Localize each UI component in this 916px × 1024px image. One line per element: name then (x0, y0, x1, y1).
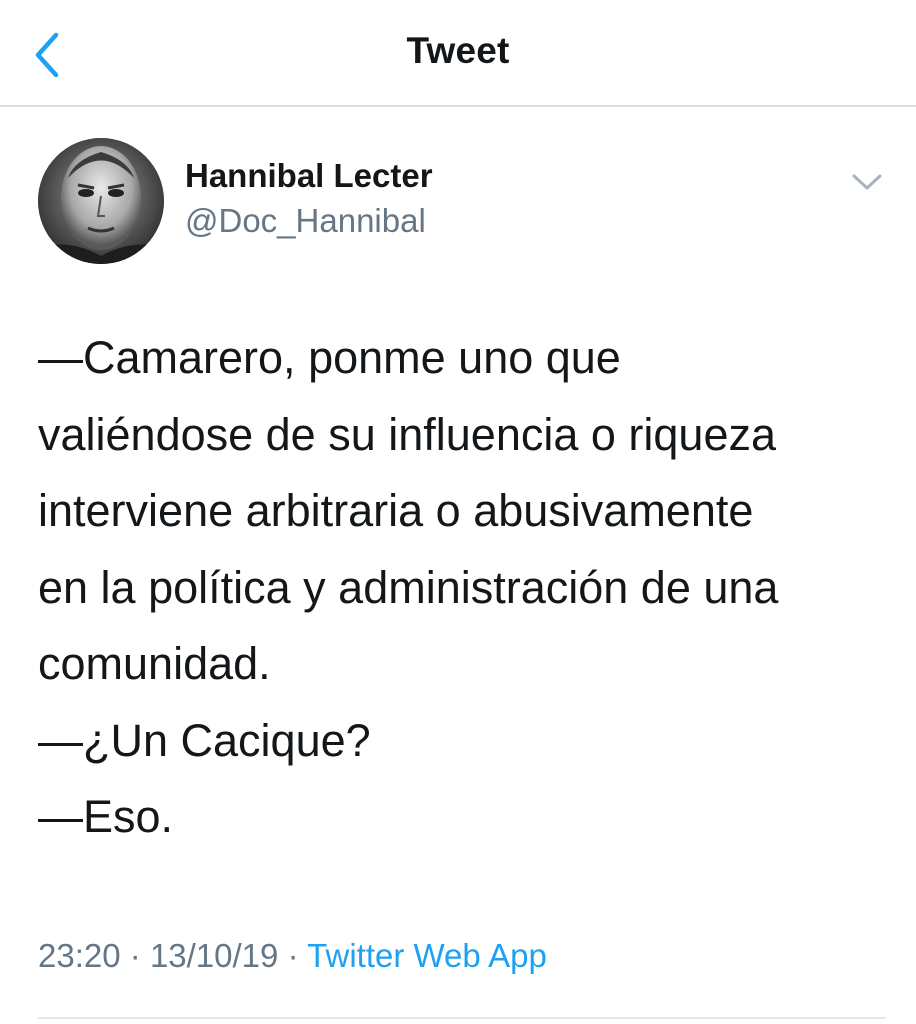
page-title: Tweet (406, 30, 510, 71)
divider (38, 1017, 886, 1019)
header-bar: Tweet (0, 0, 916, 107)
tweet-text-line: interviene arbitraria o abusivamente (38, 485, 754, 536)
author-name[interactable]: Hannibal Lecter (185, 157, 433, 195)
meta-separator: · (287, 937, 299, 974)
author-handle[interactable]: @Doc_Hannibal (185, 202, 426, 240)
avatar[interactable] (38, 138, 164, 264)
tweet-time: 23:20 (38, 937, 121, 974)
tweet-text-line: —¿Un Cacique? (38, 714, 371, 766)
tweet-text: —Camarero, ponme uno que valiéndose de s… (38, 320, 898, 856)
tweet-text-line: valiéndose de su influencia o riqueza (38, 408, 776, 460)
tweet-text-line: comunidad. (38, 638, 271, 689)
chevron-down-icon (852, 174, 882, 190)
tweet-source-link[interactable]: Twitter Web App (307, 937, 547, 974)
tweet-text-line: en la política y administración de una (38, 561, 779, 613)
tweet-text-line: —Camarero, ponme uno que (38, 332, 621, 383)
tweet-meta: 23:20 · 13/10/19 · Twitter Web App (38, 937, 547, 975)
tweet-text-line: —Eso. (38, 791, 174, 842)
tweet-date: 13/10/19 (149, 937, 279, 974)
meta-separator: · (129, 937, 141, 974)
tweet-menu-button[interactable] (845, 162, 889, 202)
